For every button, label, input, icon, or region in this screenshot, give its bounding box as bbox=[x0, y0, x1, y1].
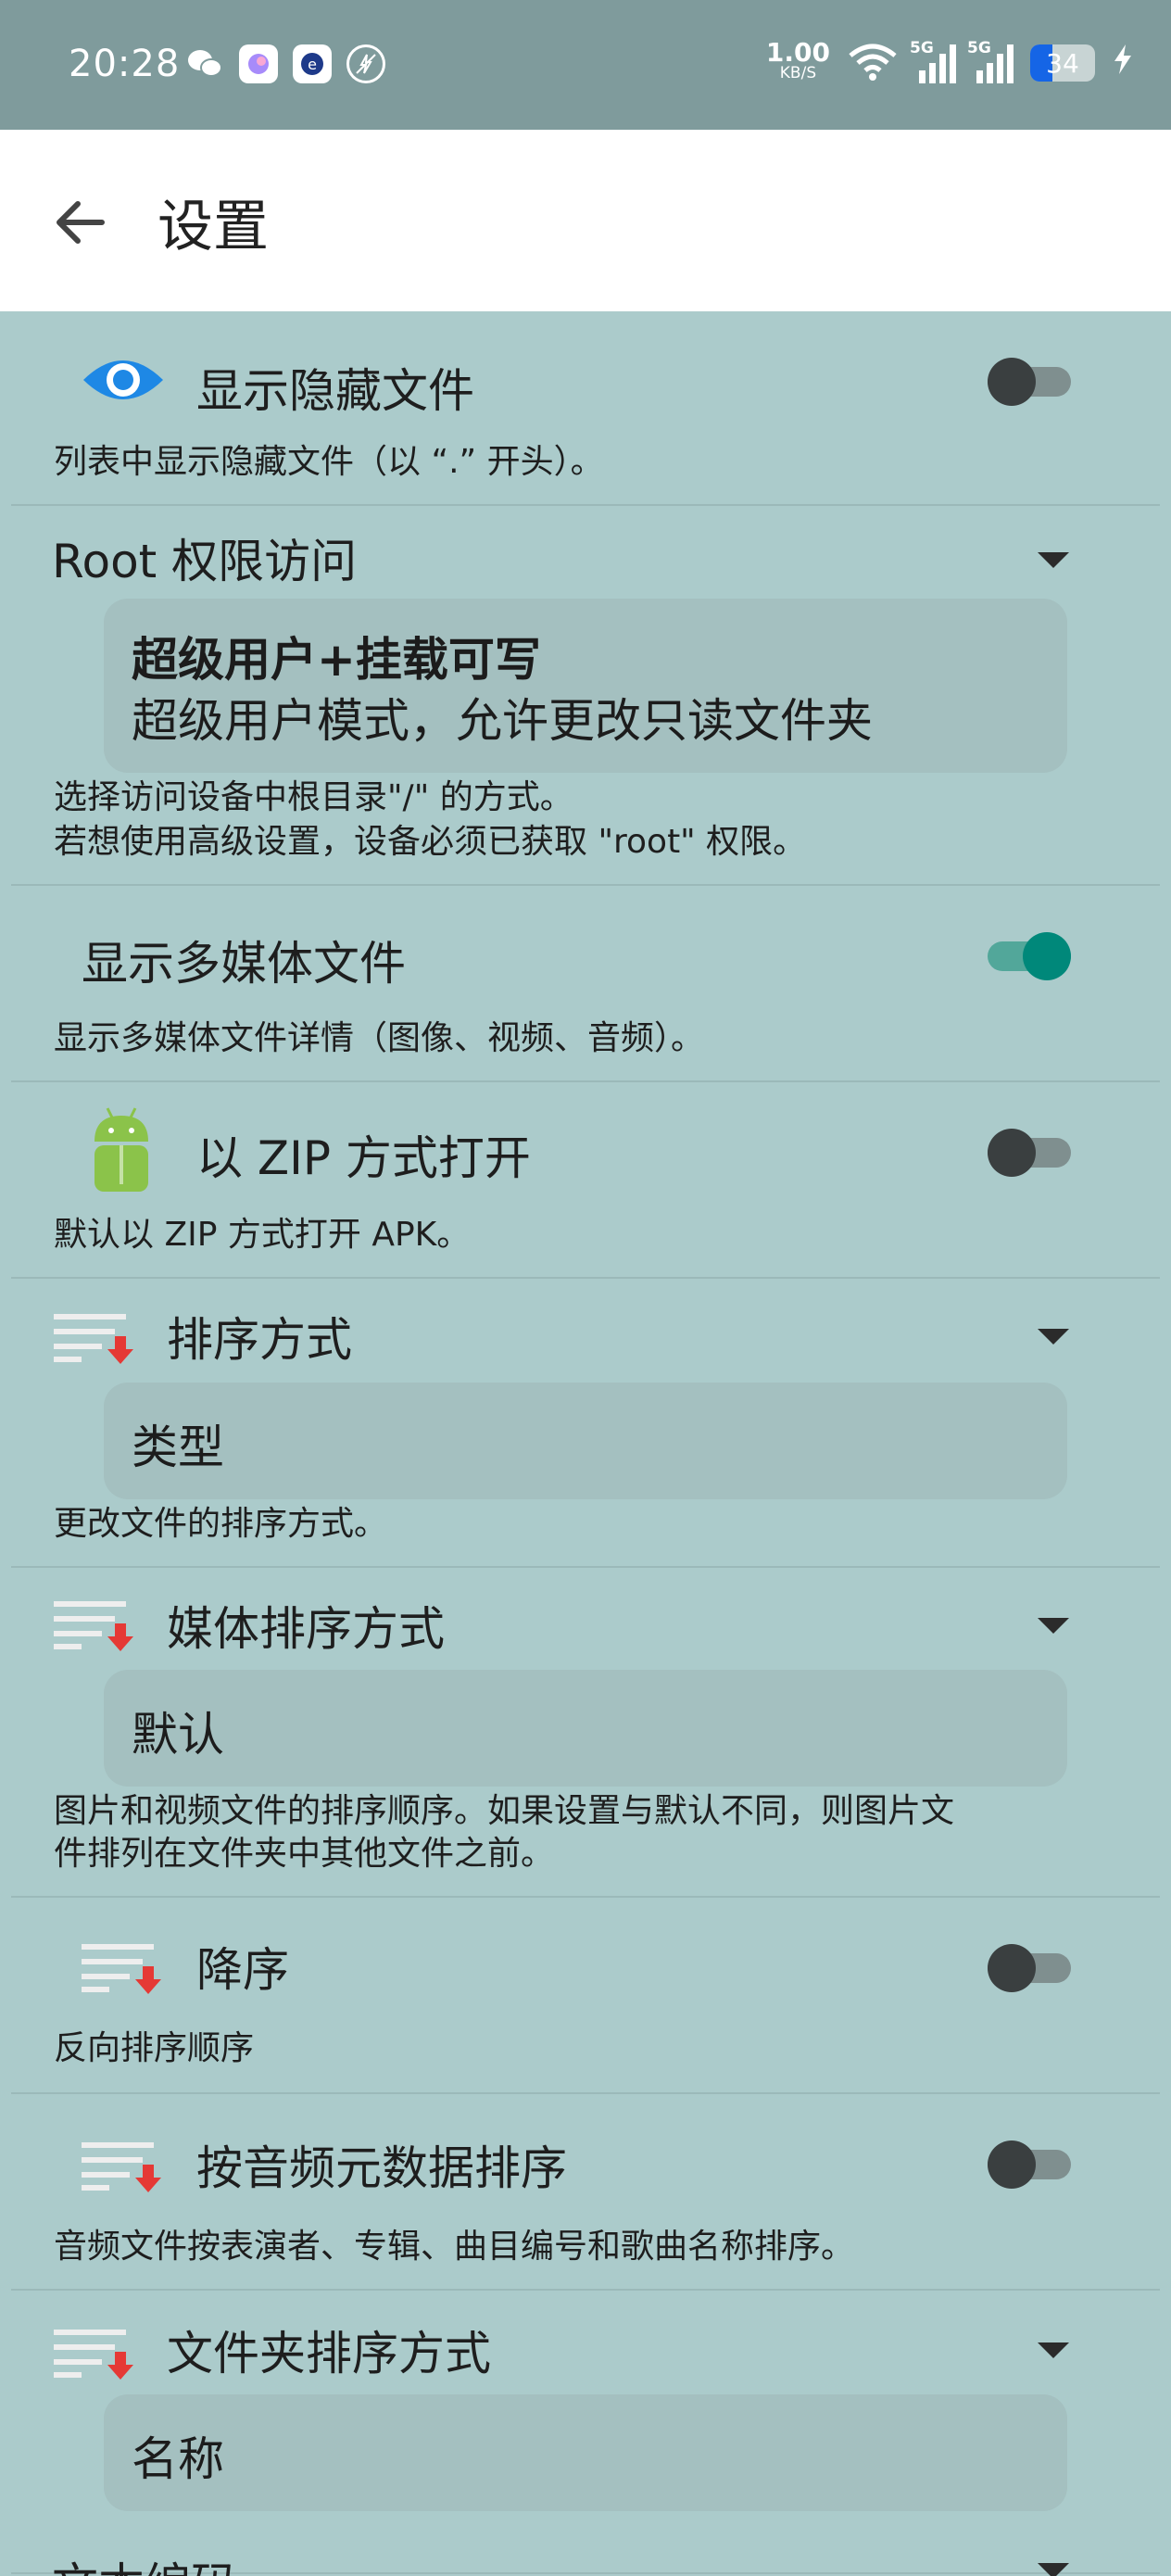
notification-icons: e bbox=[185, 44, 385, 83]
status-time: 20:28 bbox=[69, 43, 181, 85]
audio-meta-sort-toggle[interactable] bbox=[988, 2137, 1071, 2192]
setting-title: 文件夹排序方式 bbox=[167, 2327, 491, 2380]
value-title: 超级用户+挂载可写 bbox=[132, 633, 541, 687]
app-icon bbox=[239, 44, 278, 83]
svg-text:e: e bbox=[308, 56, 317, 73]
sort-icon bbox=[82, 2137, 161, 2196]
setting-summary: 显示多媒体文件详情（图像、视频、音频）。 bbox=[54, 1019, 705, 1057]
setting-root-access[interactable]: Root 权限访问 超级用户+挂载可写 超级用户模式，允许更改只读文件夹 选择访… bbox=[0, 506, 1171, 884]
hidden-files-toggle[interactable] bbox=[988, 354, 1071, 410]
setting-summary: 反向排序顺序 bbox=[54, 2029, 255, 2067]
chevron-down-icon[interactable] bbox=[1038, 2342, 1069, 2358]
value-text: 类型 bbox=[132, 1421, 224, 1474]
setting-summary: 件排列在文件夹中其他文件之前。 bbox=[54, 1835, 555, 1873]
wechat-icon bbox=[185, 44, 224, 83]
network-speed: 1.00 KB/S bbox=[766, 40, 830, 83]
folder-sort-value[interactable]: 名称 bbox=[104, 2394, 1067, 2511]
zip-open-toggle[interactable] bbox=[988, 1125, 1071, 1181]
setting-summary: 图片和视频文件的排序顺序。如果设置与默认不同，则图片文 bbox=[54, 1792, 955, 1830]
status-bar: 20:28 e 1.00 KB/S 5G 5G 34 bbox=[0, 0, 1171, 130]
media-sort-value[interactable]: 默认 bbox=[104, 1670, 1067, 1787]
back-button[interactable] bbox=[43, 185, 117, 259]
setting-title: 降序 bbox=[196, 1943, 289, 1997]
app-icon: e bbox=[293, 44, 332, 83]
setting-title: 以 ZIP 方式打开 bbox=[196, 1131, 531, 1185]
setting-folder-sort[interactable]: 文件夹排序方式 名称 bbox=[0, 2291, 1171, 2574]
setting-title: 显示多媒体文件 bbox=[82, 937, 406, 991]
media-files-toggle[interactable] bbox=[988, 928, 1071, 984]
chevron-down-icon[interactable] bbox=[1038, 1329, 1069, 1345]
battery-level: 34 bbox=[1046, 47, 1079, 79]
app-bar: 设置 bbox=[0, 130, 1171, 311]
sort-icon bbox=[54, 1596, 133, 1655]
setting-media-sort[interactable]: 媒体排序方式 默认 图片和视频文件的排序顺序。如果设置与默认不同，则图片文 件排… bbox=[0, 1568, 1171, 1898]
setting-descending[interactable]: 降序 反向排序顺序 bbox=[0, 1898, 1171, 2092]
signal-icon: 5G bbox=[967, 39, 1014, 83]
setting-title: 文本编码 bbox=[52, 2548, 237, 2576]
wifi-icon bbox=[847, 41, 899, 85]
chevron-down-icon[interactable] bbox=[1038, 552, 1069, 568]
page-title: 设置 bbox=[157, 195, 269, 259]
setting-title: 媒体排序方式 bbox=[167, 1602, 445, 1656]
value-text: 默认 bbox=[132, 1708, 224, 1762]
descending-toggle[interactable] bbox=[988, 1940, 1071, 1996]
chevron-down-icon[interactable] bbox=[1038, 1618, 1069, 1634]
vpn-off-icon bbox=[346, 44, 385, 83]
setting-sort-method[interactable]: 排序方式 类型 更改文件的排序方式。 bbox=[0, 1279, 1171, 1566]
eye-icon bbox=[82, 350, 165, 413]
setting-hidden-files[interactable]: 显示隐藏文件 列表中显示隐藏文件（以 “.” 开头）。 bbox=[0, 311, 1171, 506]
setting-title: 按音频元数据排序 bbox=[196, 2141, 567, 2195]
setting-summary: 选择访问设备中根目录"/" 的方式。 bbox=[54, 778, 573, 816]
chevron-down-icon[interactable] bbox=[1038, 2563, 1069, 2576]
signal-label: 5G bbox=[967, 39, 991, 57]
battery-icon: 34 bbox=[1030, 44, 1095, 82]
arrow-left-icon bbox=[57, 201, 105, 244]
sort-icon bbox=[54, 1308, 133, 1368]
setting-summary: 更改文件的排序方式。 bbox=[54, 1505, 388, 1543]
setting-summary: 若想使用高级设置，设备必须已获取 "root" 权限。 bbox=[54, 823, 807, 861]
setting-audio-meta-sort[interactable]: 按音频元数据排序 音频文件按表演者、专辑、曲目编号和歌曲名称排序。 bbox=[0, 2094, 1171, 2289]
setting-zip-open[interactable]: 以 ZIP 方式打开 默认以 ZIP 方式打开 APK。 bbox=[0, 1082, 1171, 1277]
value-description: 超级用户模式，允许更改只读文件夹 bbox=[132, 694, 873, 748]
setting-title: Root 权限访问 bbox=[52, 535, 358, 588]
setting-media-files[interactable]: 显示多媒体文件 显示多媒体文件详情（图像、视频、音频）。 bbox=[0, 886, 1171, 1080]
setting-text-encoding[interactable]: 文本编码 bbox=[0, 2539, 1171, 2576]
signal-label: 5G bbox=[910, 39, 934, 57]
sort-icon bbox=[54, 2324, 133, 2383]
setting-summary: 默认以 ZIP 方式打开 APK。 bbox=[54, 1216, 471, 1254]
root-access-value[interactable]: 超级用户+挂载可写 超级用户模式，允许更改只读文件夹 bbox=[104, 599, 1067, 773]
system-indicators: 1.00 KB/S 5G 5G 34 bbox=[766, 39, 1134, 85]
setting-title: 显示隐藏文件 bbox=[196, 364, 474, 418]
sort-method-value[interactable]: 类型 bbox=[104, 1383, 1067, 1499]
setting-title: 排序方式 bbox=[167, 1313, 352, 1367]
value-text: 名称 bbox=[132, 2432, 224, 2486]
sort-icon bbox=[82, 1938, 161, 1998]
setting-summary: 音频文件按表演者、专辑、曲目编号和歌曲名称排序。 bbox=[54, 2228, 855, 2266]
charging-icon bbox=[1112, 43, 1134, 84]
android-icon bbox=[89, 1105, 154, 1201]
signal-icon: 5G bbox=[910, 39, 956, 83]
setting-summary: 列表中显示隐藏文件（以 “.” 开头）。 bbox=[54, 443, 604, 481]
